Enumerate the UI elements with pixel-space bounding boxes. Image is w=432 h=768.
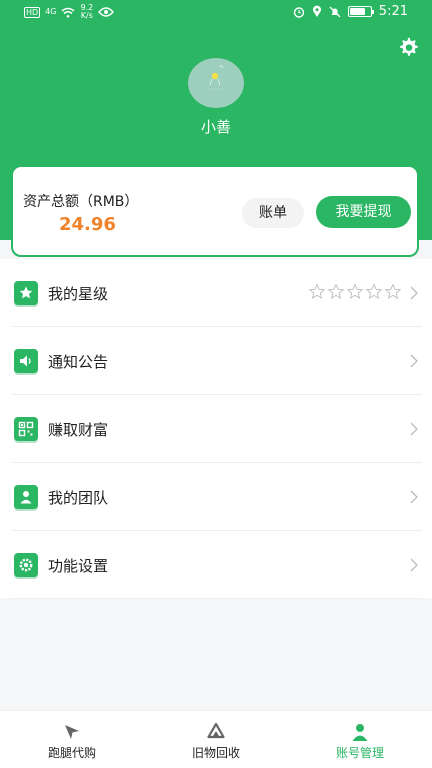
bottom-tab-bar: 跑腿代购 旧物回收 账号管理 xyxy=(0,710,432,768)
balance-card: 资产总额（RMB） 24.96 账单 我要提现 xyxy=(11,165,419,257)
divider xyxy=(12,598,422,599)
menu-label: 功能设置 xyxy=(48,557,109,575)
status-bar: HD 4G 9.2 K/s 5:21 xyxy=(0,0,432,26)
avatar[interactable] xyxy=(188,58,244,108)
menu-item-star-level[interactable]: 我的星级 xyxy=(0,259,432,327)
menu-list: 我的星级 通知公告 赚取财富 我的团队 功能设置 xyxy=(0,259,432,599)
gear-icon xyxy=(400,37,418,56)
alarm-icon xyxy=(293,6,304,18)
tab-recycling[interactable]: 旧物回收 xyxy=(144,711,288,768)
tab-account-management[interactable]: 账号管理 xyxy=(288,711,432,768)
chevron-right-icon xyxy=(410,286,418,300)
menu-item-my-team[interactable]: 我的团队 xyxy=(0,463,432,531)
menu-label: 我的团队 xyxy=(48,489,109,507)
bell-off-icon xyxy=(329,6,341,17)
balance-label: 资产总额（RMB） xyxy=(23,194,139,210)
person-icon xyxy=(14,485,38,509)
avatar-image xyxy=(208,65,224,90)
star-outline-icon xyxy=(384,283,402,300)
wifi-icon xyxy=(62,7,75,18)
username: 小善 xyxy=(200,118,231,136)
tab-errand-purchase[interactable]: 跑腿代购 xyxy=(0,711,144,768)
menu-item-earn-wealth[interactable]: 赚取财富 xyxy=(0,395,432,463)
menu-label: 赚取财富 xyxy=(48,421,109,439)
chevron-right-icon xyxy=(410,354,418,368)
chevron-right-icon xyxy=(410,558,418,572)
chevron-right-icon xyxy=(410,490,418,504)
eye-icon xyxy=(98,7,115,17)
tab-label: 账号管理 xyxy=(335,746,384,760)
bill-button[interactable]: 账单 xyxy=(242,198,304,228)
menu-label: 通知公告 xyxy=(48,353,109,371)
chevron-right-icon xyxy=(410,422,418,436)
star-outline-icon xyxy=(308,283,326,300)
gear-icon xyxy=(14,553,38,577)
send-arrow-icon xyxy=(65,725,79,739)
hd-badge: HD xyxy=(24,6,41,18)
network-speed: 9.2 K/s xyxy=(80,3,94,20)
menu-item-function-settings[interactable]: 功能设置 xyxy=(0,531,432,599)
star-outline-icon xyxy=(327,283,345,300)
star-outline-icon xyxy=(346,283,364,300)
menu-item-notices[interactable]: 通知公告 xyxy=(0,327,432,395)
network-type: 4G xyxy=(45,7,57,16)
speaker-icon xyxy=(14,349,38,373)
menu-label: 我的星级 xyxy=(48,285,109,303)
star-rating xyxy=(308,283,402,301)
star-badge-icon xyxy=(14,281,38,305)
clock: 5:21 xyxy=(378,4,408,19)
recycle-icon xyxy=(207,722,225,739)
tab-label: 跑腿代购 xyxy=(47,746,96,760)
withdraw-button[interactable]: 我要提现 xyxy=(316,196,411,228)
star-outline-icon xyxy=(365,283,383,300)
tab-label: 旧物回收 xyxy=(191,746,240,760)
balance-value: 24.96 xyxy=(59,214,116,235)
settings-button[interactable] xyxy=(398,37,420,59)
battery-icon xyxy=(347,6,374,17)
account-icon xyxy=(352,724,368,741)
location-icon xyxy=(312,5,321,17)
qr-code-icon xyxy=(14,417,38,441)
